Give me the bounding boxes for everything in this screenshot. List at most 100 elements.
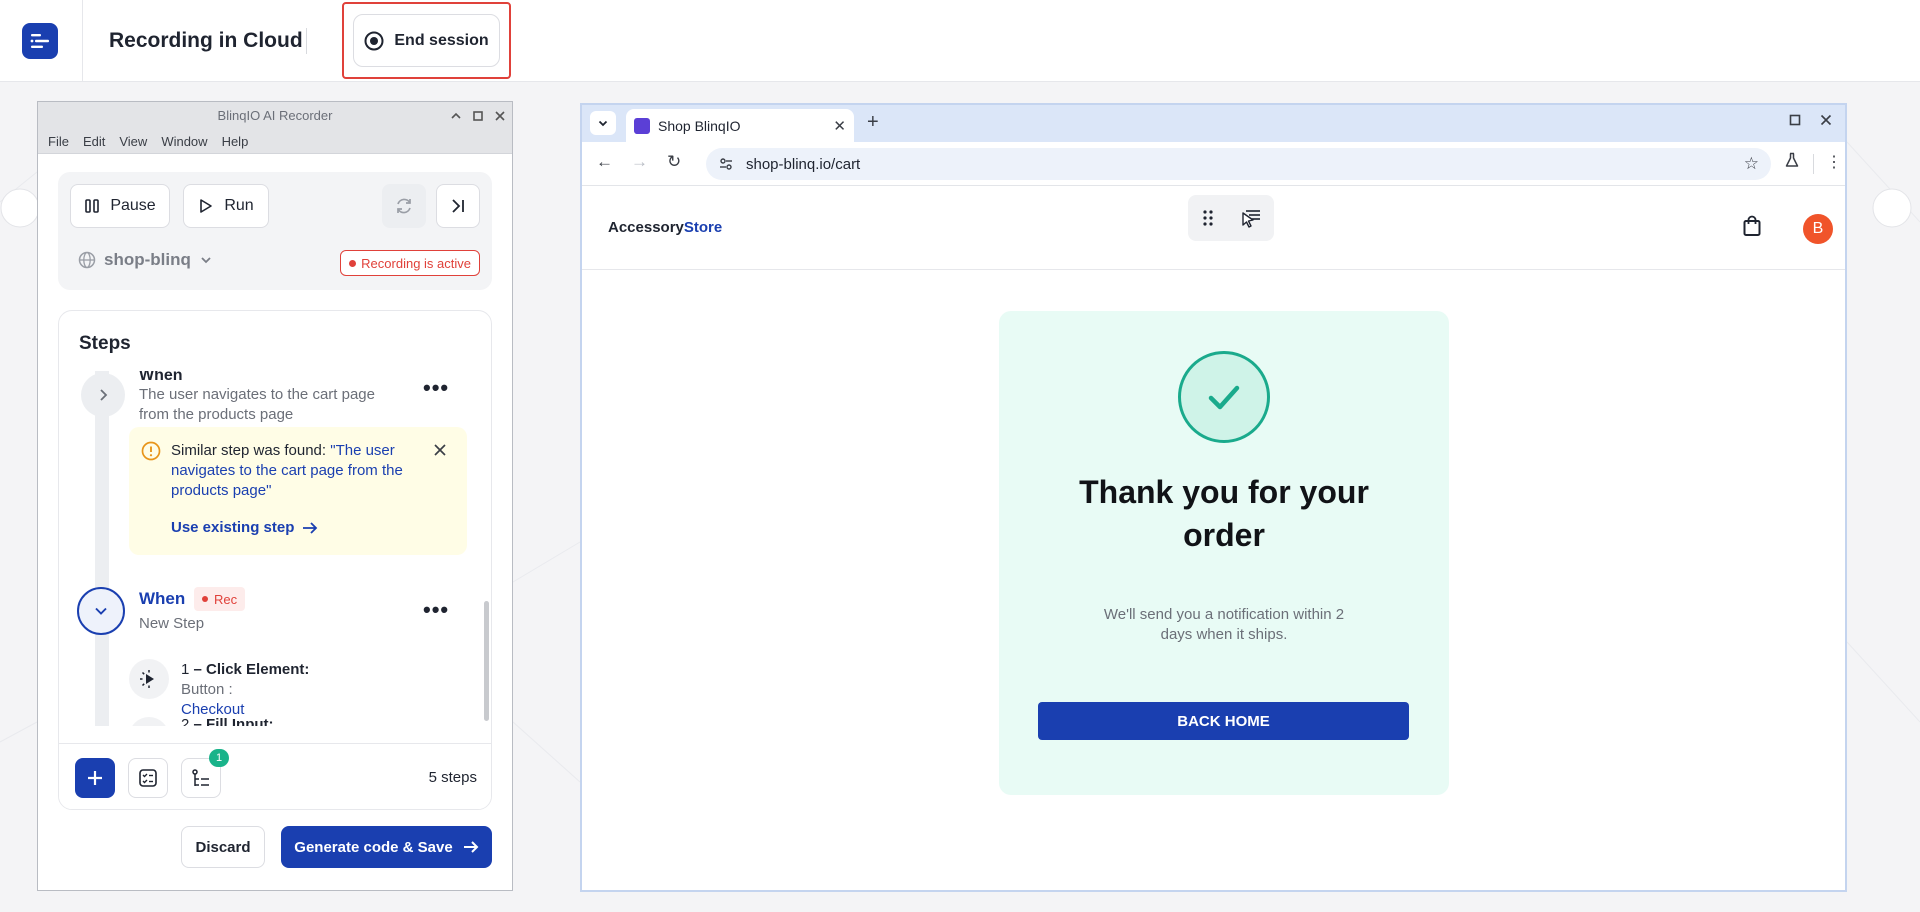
generate-save-label: Generate code & Save xyxy=(294,838,453,856)
steps-list[interactable]: When The user navigates to the cart page… xyxy=(59,371,491,726)
site-settings-icon[interactable] xyxy=(718,156,734,172)
close-icon[interactable] xyxy=(494,110,506,122)
environment-label: shop-blinq xyxy=(104,250,191,269)
menu-window[interactable]: Window xyxy=(161,134,207,149)
control-panel: Pause Run shop-blinq Recording is active xyxy=(58,172,492,290)
forward-arrow-icon[interactable]: → xyxy=(631,152,648,172)
site-favicon-icon xyxy=(634,117,650,134)
browser-menu-icon[interactable]: ⋮ xyxy=(1826,152,1842,172)
menu-file[interactable]: File xyxy=(48,134,69,149)
keyboard-icon xyxy=(129,717,169,726)
add-step-button[interactable] xyxy=(75,758,115,798)
recording-status-label: Recording is active xyxy=(361,255,471,271)
substep-action: Fill Input: xyxy=(206,716,274,726)
tab-search-button[interactable] xyxy=(590,111,616,135)
recorder-menubar: File Edit View Window Help xyxy=(38,130,512,154)
back-arrow-icon[interactable]: ← xyxy=(596,152,613,172)
step-expand-toggle[interactable] xyxy=(81,373,125,417)
brand-prefix: Accessory xyxy=(608,219,684,236)
checklist-button[interactable] xyxy=(128,758,168,798)
chevron-right-icon xyxy=(100,389,108,401)
steps-title: Steps xyxy=(79,333,131,354)
dismiss-alert-icon[interactable] xyxy=(433,443,447,457)
substep-fill-input[interactable]: 2 – Fill Input: xyxy=(181,715,274,726)
similar-step-alert: Similar step was found: "The user naviga… xyxy=(129,427,467,555)
substep-click-element[interactable]: 1 – Click Element: Button : Checkout xyxy=(181,660,309,720)
recorder-window: BlinqIO AI Recorder File Edit View Windo… xyxy=(37,101,513,891)
steps-scrollbar[interactable] xyxy=(484,601,489,721)
url-text: shop-blinq.io/cart xyxy=(746,155,861,173)
browser-tab[interactable]: Shop BlinqIO ✕ xyxy=(626,109,854,142)
refresh-icon xyxy=(397,198,411,214)
use-existing-step-link[interactable]: Use existing step xyxy=(171,519,318,536)
end-session-highlight: End session xyxy=(342,2,511,79)
checklist-icon xyxy=(139,769,157,787)
skip-end-icon xyxy=(452,199,464,213)
web-page: AccessoryStore B Thank you for your orde… xyxy=(582,187,1845,890)
chevron-down-icon xyxy=(95,607,107,615)
steps-panel: Steps When The user navigates to the car… xyxy=(58,310,492,810)
steps-footer: 1 5 steps xyxy=(59,743,491,809)
browser-window: Shop BlinqIO ✕ + ← → ↻ shop-blinq.io/car… xyxy=(580,103,1847,892)
confirmation-title: Thank you for your order xyxy=(1079,474,1369,553)
recorder-body: Pause Run shop-blinq Recording is active… xyxy=(38,154,512,890)
recorder-titlebar: BlinqIO AI Recorder xyxy=(38,102,512,130)
chevron-down-icon xyxy=(598,120,608,127)
new-tab-icon[interactable]: + xyxy=(867,111,879,134)
more-options-icon[interactable]: ••• xyxy=(423,375,449,401)
notification-badge: 1 xyxy=(209,749,229,767)
logo-divider xyxy=(82,0,83,82)
run-button[interactable]: Run xyxy=(183,184,269,228)
app-logo-icon[interactable] xyxy=(22,23,58,59)
stop-record-icon xyxy=(364,31,384,50)
menu-edit[interactable]: Edit xyxy=(83,134,105,149)
generate-save-button[interactable]: Generate code & Save xyxy=(281,826,492,868)
user-avatar[interactable]: B xyxy=(1803,214,1833,244)
browser-toolbar: ← → ↻ shop-blinq.io/cart ☆ ⋮ xyxy=(582,142,1845,186)
use-existing-step-label: Use existing step xyxy=(171,519,295,536)
site-logo[interactable]: AccessoryStore xyxy=(608,219,722,236)
close-icon[interactable] xyxy=(1820,113,1832,130)
labs-flask-icon[interactable] xyxy=(1784,152,1800,173)
menu-help[interactable]: Help xyxy=(222,134,249,149)
site-header: AccessoryStore B xyxy=(582,187,1845,270)
toolbar-divider xyxy=(1813,154,1814,174)
confirmation-message: We'll send you a notification within 2 d… xyxy=(1103,606,1345,643)
maximize-icon[interactable] xyxy=(1789,113,1801,130)
step-collapse-toggle[interactable] xyxy=(77,587,125,635)
maximize-icon[interactable] xyxy=(472,110,484,122)
pause-button[interactable]: Pause xyxy=(70,184,170,228)
minimize-icon[interactable] xyxy=(450,110,462,122)
menu-view[interactable]: View xyxy=(119,134,147,149)
title-divider xyxy=(306,28,307,54)
order-confirmation-card: Thank you for your order We'll send you … xyxy=(999,311,1449,795)
step-keyword: When xyxy=(139,589,186,608)
skip-to-end-button[interactable] xyxy=(436,184,480,228)
refresh-button[interactable] xyxy=(382,184,426,228)
end-session-button[interactable]: End session xyxy=(353,14,500,67)
timeline-line xyxy=(95,371,109,726)
step-keyword: When xyxy=(139,371,183,384)
environment-select[interactable]: shop-blinq xyxy=(78,250,213,270)
select-element-icon[interactable] xyxy=(1240,207,1262,229)
shopping-bag-icon[interactable] xyxy=(1742,215,1762,242)
more-options-icon[interactable]: ••• xyxy=(423,597,449,623)
step-tree-icon xyxy=(192,769,209,786)
checkmark-icon xyxy=(1178,351,1270,443)
plus-icon xyxy=(88,771,102,785)
tab-strip: Shop BlinqIO ✕ + xyxy=(582,105,1845,142)
bookmark-star-icon[interactable]: ☆ xyxy=(1744,154,1759,174)
tab-title: Shop BlinqIO xyxy=(658,117,741,134)
close-tab-icon[interactable]: ✕ xyxy=(833,117,846,135)
reload-icon[interactable]: ↻ xyxy=(667,152,681,172)
back-home-button[interactable]: BACK HOME xyxy=(1038,702,1409,740)
arrow-right-icon xyxy=(303,521,318,534)
drag-handle-icon[interactable] xyxy=(1201,209,1215,227)
similar-step-message: Similar step was found: "The user naviga… xyxy=(171,441,416,501)
step-description: The user navigates to the cart page from… xyxy=(139,386,375,423)
chevron-down-icon xyxy=(201,257,211,264)
address-bar[interactable]: shop-blinq.io/cart ☆ xyxy=(706,148,1771,180)
pause-label: Pause xyxy=(110,197,156,214)
app-topbar: Recording in Cloud End session xyxy=(0,0,1920,82)
discard-button[interactable]: Discard xyxy=(181,826,265,868)
